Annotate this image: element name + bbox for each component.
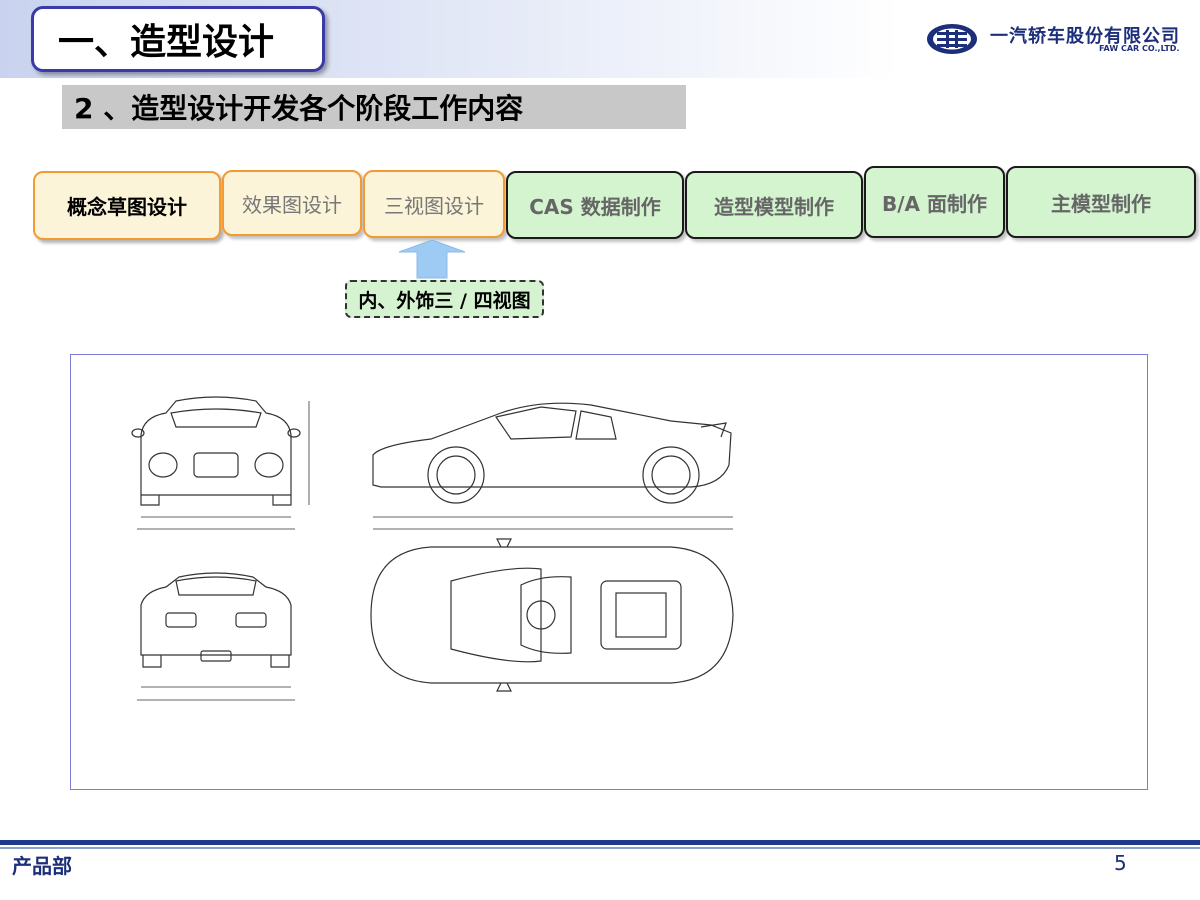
footer-rule xyxy=(0,840,1200,845)
up-arrow-icon xyxy=(398,239,466,279)
car-blueprint-figure xyxy=(70,354,1148,790)
stage-cas-data: CAS 数据制作 xyxy=(506,171,684,239)
page-title: 一、造型设计 xyxy=(31,6,325,72)
top-view-drawing xyxy=(370,538,734,692)
stage-model-making: 造型模型制作 xyxy=(685,171,863,239)
stage-concept-sketch: 概念草图设计 xyxy=(33,171,221,240)
car-blueprint-icon xyxy=(131,396,734,701)
footer-rule-thin xyxy=(0,847,1200,849)
stage-master-model: 主模型制作 xyxy=(1006,166,1196,238)
rear-view-drawing xyxy=(137,572,295,701)
note-interior-exterior-views: 内、外饰三 / 四视图 xyxy=(345,280,544,318)
company-name-en: FAW CAR CO.,LTD. xyxy=(1099,44,1180,53)
front-view-drawing xyxy=(131,396,310,530)
stage-three-view: 三视图设计 xyxy=(363,170,505,238)
page-number: 5 xyxy=(1114,851,1127,875)
stage-rendering: 效果图设计 xyxy=(222,170,362,236)
section-subtitle: 2 、造型设计开发各个阶段工作内容 xyxy=(62,85,686,129)
side-view-drawing xyxy=(372,402,733,530)
stage-ba-surface: B/A 面制作 xyxy=(864,166,1005,238)
department-label: 产品部 xyxy=(12,854,72,878)
